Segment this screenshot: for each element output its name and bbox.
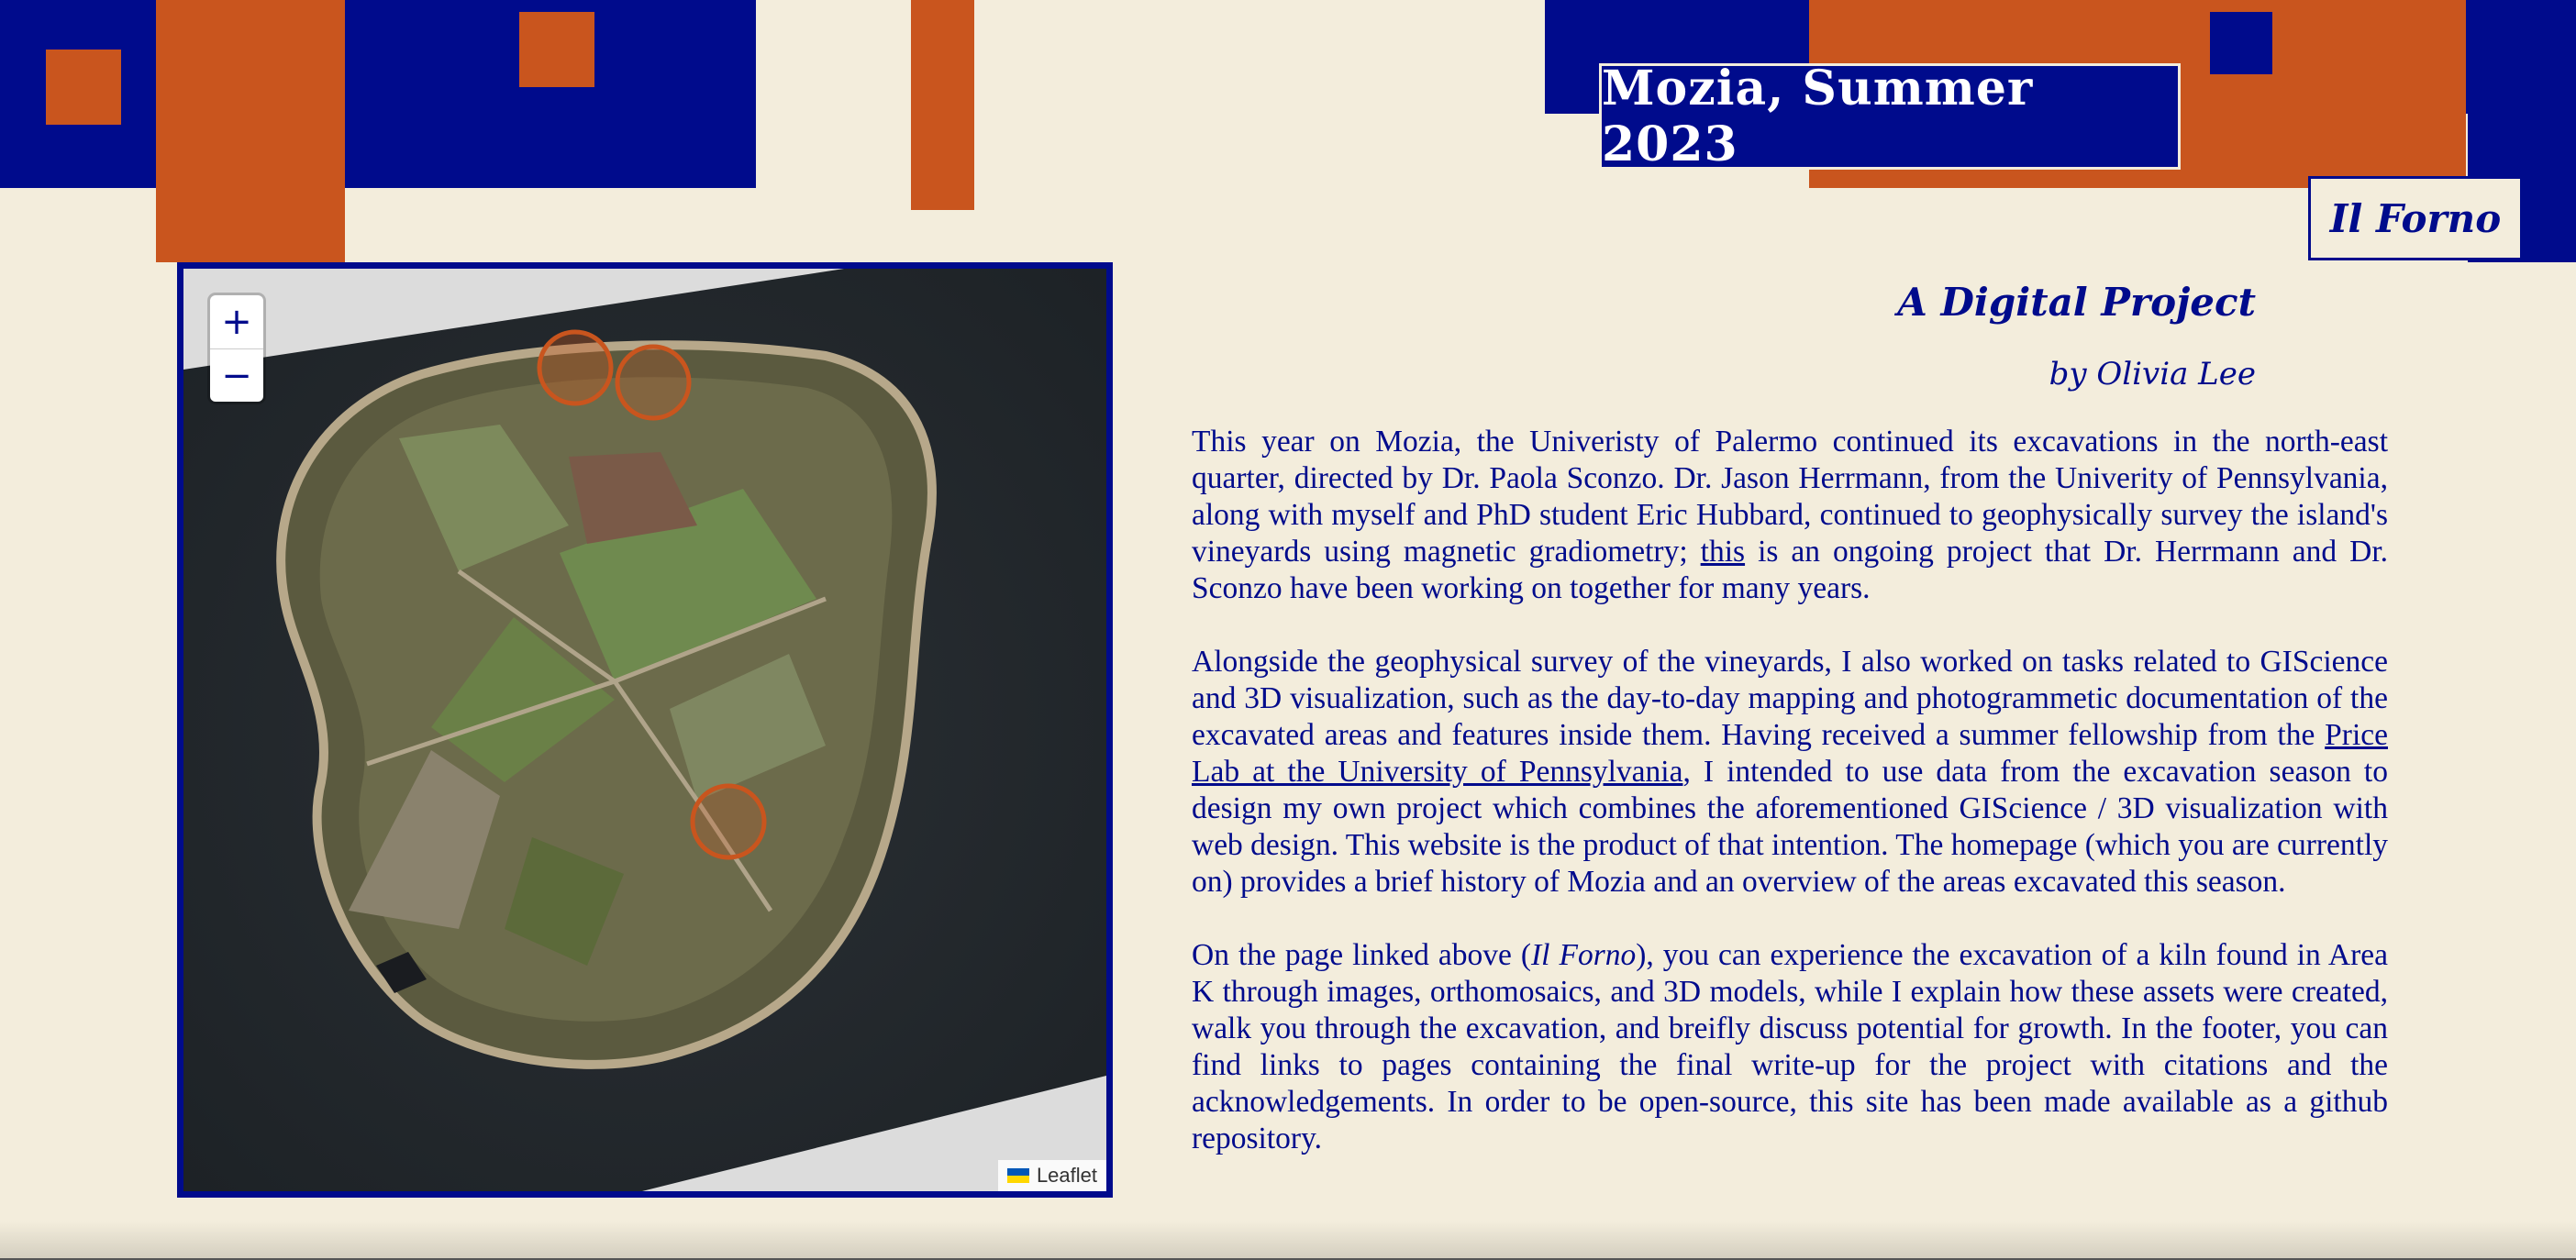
page-heading: A Digital Project bbox=[1897, 280, 2256, 325]
header-block-orange-small-2 bbox=[519, 12, 594, 87]
byline: by Olivia Lee bbox=[2049, 356, 2256, 392]
site-title: Mozia, Summer 2023 bbox=[1599, 61, 2181, 172]
marker-center[interactable] bbox=[690, 783, 767, 860]
marker-north-2[interactable] bbox=[615, 344, 692, 421]
zoom-in-button[interactable]: + bbox=[210, 295, 263, 349]
paragraph-1: This year on Mozia, the Univeristy of Pa… bbox=[1192, 425, 2389, 605]
nav-link-il-forno[interactable]: Il Forno bbox=[2308, 176, 2523, 260]
map-attribution: Leaflet bbox=[997, 1160, 1106, 1191]
ukraine-flag-icon bbox=[1006, 1168, 1029, 1183]
marker-north-1[interactable] bbox=[537, 329, 614, 406]
header-block-orange-small-1 bbox=[46, 50, 121, 125]
zoom-out-button[interactable]: − bbox=[210, 349, 263, 403]
satellite-imagery bbox=[183, 269, 1106, 1191]
intro-text: This year on Mozia, the Univeristy of Pa… bbox=[1192, 424, 2388, 1194]
map-container[interactable]: + − Leaflet bbox=[177, 262, 1113, 1198]
paragraph-2: Alongside the geophysical survey of the … bbox=[1192, 645, 2388, 899]
paragraph-3: On the page linked above (Il Forno), you… bbox=[1192, 938, 2389, 1155]
viewport-bottom-edge bbox=[0, 1221, 2576, 1260]
leaflet-link[interactable]: Leaflet bbox=[1037, 1164, 1097, 1188]
header-block-navy-small bbox=[2210, 12, 2272, 74]
zoom-control: + − bbox=[210, 295, 263, 402]
header-block-orange-tall bbox=[156, 0, 345, 262]
link-this[interactable]: this bbox=[1701, 535, 1745, 569]
header-block-orange-strip bbox=[911, 0, 974, 210]
